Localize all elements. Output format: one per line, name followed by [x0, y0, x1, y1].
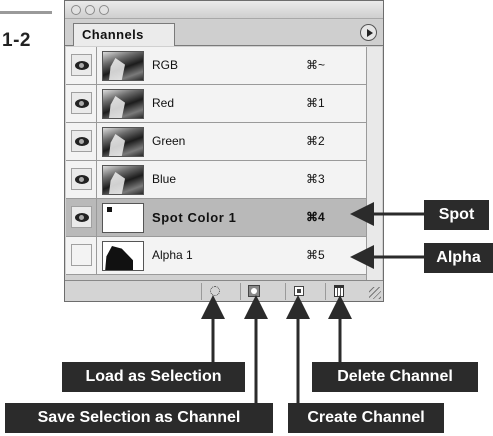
callout-spot: Spot [424, 200, 489, 230]
channel-shortcut: ⌘5 [306, 248, 325, 262]
channel-shortcut: ⌘3 [306, 172, 325, 186]
tab-channels-label: Channels [82, 27, 144, 42]
channel-list: RGB ⌘~ Red ⌘1 Green ⌘2 Blue ⌘3 Spot Colo… [66, 47, 366, 275]
eye-icon [75, 213, 89, 222]
visibility-cell[interactable] [66, 237, 97, 274]
create-new-channel-button[interactable] [285, 283, 311, 300]
callout-create-channel: Create Channel [288, 403, 444, 433]
channel-shortcut: ⌘4 [306, 210, 325, 224]
callout-delete-channel: Delete Channel [312, 362, 478, 392]
visibility-cell[interactable] [66, 85, 97, 122]
tab-channels[interactable]: Channels [73, 23, 175, 46]
visibility-toggle[interactable] [71, 244, 92, 266]
trash-icon [334, 285, 344, 297]
title-bar[interactable] [65, 1, 383, 19]
channels-panel: Channels RGB ⌘~ Red ⌘1 Green ⌘2 Blue ⌘3 … [64, 0, 384, 302]
panel-menu-button[interactable] [360, 24, 377, 41]
channel-name: Red [152, 96, 175, 110]
channel-name: RGB [152, 58, 179, 72]
delete-channel-button[interactable] [325, 283, 351, 300]
visibility-cell[interactable] [66, 123, 97, 160]
visibility-cell[interactable] [66, 47, 97, 84]
save-selection-icon [248, 285, 260, 297]
close-window-icon[interactable] [71, 5, 81, 15]
eye-icon [75, 137, 89, 146]
channel-thumbnail [102, 51, 144, 81]
channel-thumbnail [102, 241, 144, 271]
figure-rule [0, 11, 52, 14]
channel-row-spot-color-1[interactable]: Spot Color 1 ⌘4 [66, 199, 366, 237]
new-channel-icon [294, 286, 304, 296]
channel-thumbnail [102, 89, 144, 119]
channel-row-blue[interactable]: Blue ⌘3 [66, 161, 366, 199]
eye-icon [75, 99, 89, 108]
panel-menu-arrow-icon [367, 29, 373, 37]
load-selection-icon [210, 286, 220, 296]
visibility-cell[interactable] [66, 161, 97, 198]
resize-grip-icon[interactable] [369, 287, 381, 299]
zoom-window-icon[interactable] [99, 5, 109, 15]
channel-row-red[interactable]: Red ⌘1 [66, 85, 366, 123]
channel-thumbnail [102, 165, 144, 195]
visibility-toggle[interactable] [71, 54, 92, 76]
visibility-cell[interactable] [66, 199, 97, 236]
figure-number: 1-2 [2, 30, 31, 51]
panel-bottom-bar [65, 280, 383, 301]
channel-name: Blue [152, 172, 177, 186]
callout-load-as-selection: Load as Selection [62, 362, 245, 392]
channel-name: Green [152, 134, 186, 148]
channel-row-alpha-1[interactable]: Alpha 1 ⌘5 [66, 237, 366, 275]
save-selection-as-channel-button[interactable] [240, 283, 266, 300]
scrollbar-track[interactable] [366, 47, 382, 281]
channel-shortcut: ⌘~ [306, 58, 326, 72]
visibility-toggle[interactable] [71, 92, 92, 114]
minimize-window-icon[interactable] [85, 5, 95, 15]
channel-shortcut: ⌘1 [306, 96, 325, 110]
visibility-toggle[interactable] [71, 130, 92, 152]
callout-save-selection-as-channel: Save Selection as Channel [5, 403, 273, 433]
channel-thumbnail [102, 203, 144, 233]
visibility-toggle[interactable] [71, 206, 92, 228]
channel-row-rgb[interactable]: RGB ⌘~ [66, 47, 366, 85]
load-channel-as-selection-button[interactable] [201, 283, 227, 300]
channel-thumbnail [102, 127, 144, 157]
visibility-toggle[interactable] [71, 168, 92, 190]
channel-name: Spot Color 1 [152, 210, 237, 225]
callout-alpha: Alpha [424, 243, 493, 273]
channel-shortcut: ⌘2 [306, 134, 325, 148]
eye-icon [75, 175, 89, 184]
channel-row-green[interactable]: Green ⌘2 [66, 123, 366, 161]
eye-icon [75, 61, 89, 70]
tab-strip: Channels [65, 20, 383, 46]
channel-name: Alpha 1 [152, 248, 193, 262]
